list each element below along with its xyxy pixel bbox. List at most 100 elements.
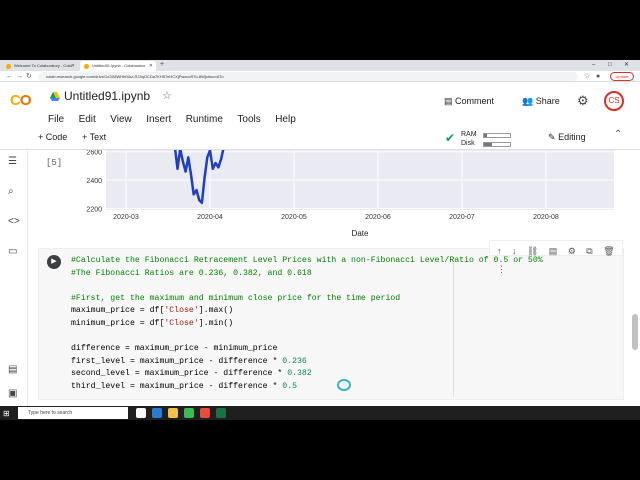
left-rail: ☰ ⌕ <> ▭ ▤ ▣	[0, 150, 28, 406]
reload-icon[interactable]: ↻	[26, 71, 32, 82]
code-text: ].max()	[198, 306, 234, 316]
code-text: maximum_price = df[	[71, 306, 165, 316]
comment-button[interactable]: ▤ Comment	[444, 96, 494, 107]
y-tick-label: 2600	[86, 150, 102, 157]
code-number: 0.382	[287, 369, 312, 379]
code-comment: #Calculate the Fibonacci Retracement Lev…	[71, 256, 543, 265]
move-up-icon[interactable]: ↑	[497, 243, 502, 259]
drive-icon	[50, 92, 60, 101]
colab-favicon-icon	[6, 64, 11, 69]
pencil-icon: ✎	[548, 132, 556, 142]
delete-icon[interactable]: 🗑	[603, 243, 614, 259]
forward-icon[interactable]: →	[16, 71, 23, 82]
avatar[interactable]: CS	[604, 91, 624, 111]
account-icon[interactable]: ●	[596, 71, 600, 82]
link-icon[interactable]: ⛓	[527, 243, 538, 259]
menu-edit[interactable]: Edit	[79, 114, 96, 125]
explorer-icon[interactable]	[168, 408, 178, 418]
chrome-icon[interactable]	[184, 408, 194, 418]
x-axis-label: Date	[352, 229, 369, 238]
browser-tab-welcome[interactable]: Welcome To Colaboratory - Cola ✕	[2, 61, 78, 71]
disk-label: Disk	[461, 140, 475, 147]
code-editor[interactable]: #Calculate the Fibonacci Retracement Lev…	[71, 255, 621, 394]
menu-runtime[interactable]: Runtime	[186, 114, 223, 125]
code-line	[71, 331, 621, 344]
menu-view[interactable]: View	[110, 114, 132, 125]
menu-file[interactable]: File	[48, 114, 64, 125]
share-button[interactable]: 👥 Share	[522, 96, 560, 107]
task-view-icon[interactable]	[136, 408, 146, 418]
code-text: first_level = maximum_price - difference…	[71, 356, 283, 366]
code-cell[interactable]: ▶ #Calculate the Fibonacci Retracement L…	[38, 240, 624, 400]
code-text: minimum_price = df[	[71, 318, 165, 328]
disk-bar-fill	[484, 143, 492, 146]
ram-bar-fill	[484, 134, 488, 137]
add-code-button[interactable]: + Code	[38, 132, 67, 142]
address-bar: ← → ↻ colab.research.google.com/drive/1o…	[0, 71, 640, 82]
add-text-button[interactable]: + Text	[82, 132, 106, 142]
url-field[interactable]: colab.research.google.com/drive/1o3X8WHh…	[38, 72, 578, 81]
code-comment: #First, get the maximum and minimum clos…	[71, 293, 401, 303]
x-tick-label: 2020-04	[197, 214, 223, 221]
code-blank	[71, 281, 76, 290]
star-icon[interactable]: ☆	[162, 89, 172, 102]
tab-label: Welcome To Colaboratory - Cola	[14, 63, 72, 68]
ram-label: RAM	[461, 131, 477, 138]
star-icon[interactable]: ☆	[584, 71, 590, 82]
more-icon[interactable]: ⋮	[497, 261, 506, 277]
gear-icon[interactable]: ⚙	[577, 93, 589, 109]
browser-tabstrip: Welcome To Colaboratory - Cola ✕ Untitle…	[0, 60, 640, 71]
excel-icon[interactable]	[216, 408, 226, 418]
colab-logo[interactable]: CO	[10, 92, 31, 109]
notebook-toolbar: + Code + Text ✔ RAM Disk ✎ Editing ⌃	[0, 126, 640, 150]
close-icon[interactable]: ✕	[71, 61, 75, 71]
menu-help[interactable]: Help	[275, 114, 296, 125]
update-button[interactable]: Update	[610, 72, 634, 81]
scrollbar[interactable]	[632, 314, 638, 350]
check-icon: ✔	[445, 131, 456, 145]
edge-icon[interactable]	[152, 408, 162, 418]
code-number: 0.236	[282, 356, 307, 366]
back-icon[interactable]: ←	[6, 71, 13, 82]
code-snippets-icon[interactable]: <>	[8, 216, 20, 227]
colab-header: CO Untitled91.ipynb ☆ File Edit View Ins…	[0, 82, 640, 126]
resource-monitor[interactable]: ✔ RAM Disk	[445, 129, 515, 149]
share-label: Share	[535, 96, 560, 106]
new-tab-button[interactable]: +	[160, 61, 164, 68]
code-blank	[71, 332, 76, 341]
code-string: 'Close'	[164, 306, 199, 316]
editing-mode-button[interactable]: ✎ Editing	[548, 132, 586, 143]
command-palette-icon[interactable]: ▤	[8, 364, 17, 375]
ram-bar	[483, 133, 511, 138]
folder-icon[interactable]: ▭	[8, 246, 17, 257]
code-text: second_level = maximum_price - differenc…	[71, 369, 288, 379]
people-icon: 👥	[522, 96, 534, 106]
comment-icon[interactable]: ▤	[549, 243, 558, 259]
code-string: 'Close'	[164, 318, 199, 328]
menu-icon[interactable]: ☰	[8, 156, 17, 167]
screen: Welcome To Colaboratory - Cola ✕ Untitle…	[0, 60, 640, 420]
close-icon[interactable]: ✕	[149, 61, 153, 71]
search-icon[interactable]: ⌕	[8, 186, 14, 197]
notebook-title[interactable]: Untitled91.ipynb	[64, 89, 150, 103]
taskbar-search-input[interactable]: Type here to search	[18, 407, 128, 419]
price-chart: 2200 2400 2600 2020-03 2020-04 2020-05 2020-0…	[86, 150, 614, 238]
menu-insert[interactable]: Insert	[146, 114, 171, 125]
run-cell-button[interactable]: ▶	[47, 255, 61, 269]
mirror-cell-icon[interactable]: ⧉	[586, 243, 592, 259]
x-tick-label: 2020-03	[113, 214, 139, 221]
terminal-icon[interactable]: ▣	[8, 388, 17, 399]
windows-start-icon[interactable]: ⊞	[3, 409, 10, 418]
browser-tab-notebook[interactable]: Untitled91.ipynb - Colaborator ✕	[80, 61, 156, 71]
code-line: minimum_price = df['Close'].min()	[71, 318, 621, 331]
app-icon[interactable]	[200, 408, 210, 418]
minimize-icon[interactable]: –	[592, 60, 595, 70]
chevron-up-icon[interactable]: ⌃	[614, 129, 622, 140]
code-line: first_level = maximum_price - difference…	[71, 356, 621, 369]
menu-tools[interactable]: Tools	[237, 114, 260, 125]
close-window-icon[interactable]: ✕	[624, 60, 629, 70]
maximize-icon[interactable]: □	[608, 60, 612, 70]
move-down-icon[interactable]: ↓	[512, 243, 517, 259]
gear-icon[interactable]: ⚙	[568, 243, 576, 259]
code-comment: #The Fibonacci Ratios are 0.236, 0.382, …	[71, 268, 312, 278]
